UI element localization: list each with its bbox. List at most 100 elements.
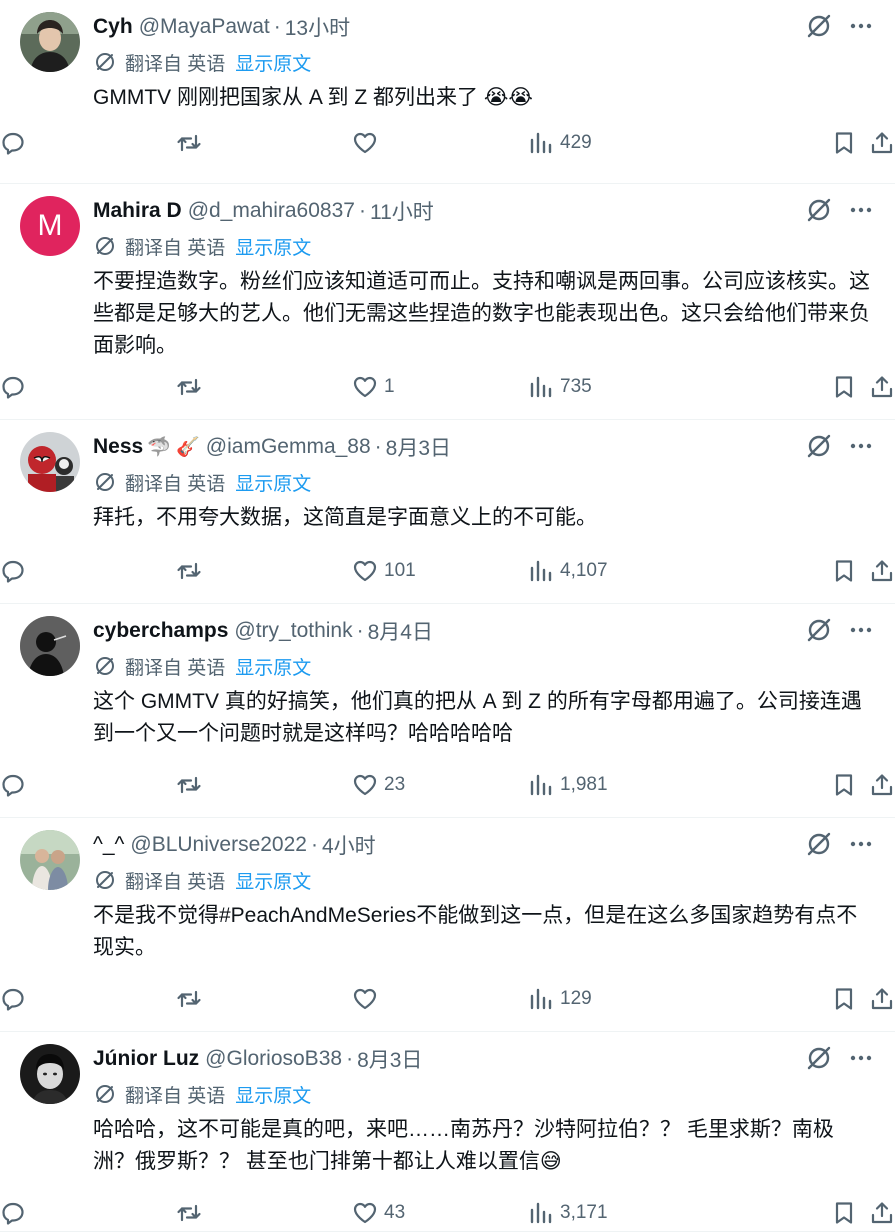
bookmark-icon	[835, 1202, 853, 1224]
timestamp[interactable]: 8月3日	[357, 1044, 422, 1074]
avatar[interactable]: M	[20, 196, 80, 256]
more-icon[interactable]	[849, 434, 873, 458]
bookmark-button[interactable]	[831, 986, 857, 1012]
bookmark-button[interactable]	[831, 772, 857, 798]
share-icon	[871, 988, 893, 1010]
user-handle[interactable]: @iamGemma_88	[206, 435, 371, 459]
share-button[interactable]	[869, 558, 895, 584]
bookmark-button[interactable]	[831, 1200, 857, 1226]
more-icon[interactable]	[849, 618, 873, 642]
bookmark-icon	[835, 376, 853, 398]
views-button[interactable]: 429	[528, 130, 592, 156]
like-button[interactable]: 1	[352, 374, 395, 400]
tweet[interactable]: Júnior Luz @GloriosoB38 · 8月3日 翻译自 英语 显示…	[0, 1032, 895, 1232]
share-button[interactable]	[869, 130, 895, 156]
views-button[interactable]: 4,107	[528, 558, 608, 584]
reply-button[interactable]	[0, 558, 32, 584]
avatar[interactable]	[20, 830, 80, 890]
share-button[interactable]	[869, 986, 895, 1012]
user-handle[interactable]: @BLUniverse2022	[130, 833, 307, 857]
timestamp[interactable]: 11小时	[370, 196, 434, 226]
translation-notice: 翻译自 英语 显示原文	[93, 648, 873, 684]
show-original-link[interactable]: 显示原文	[235, 49, 311, 76]
tweet[interactable]: Ness 🦈 🎸 @iamGemma_88 · 8月3日 翻译自 英语 显示原文…	[0, 420, 895, 604]
more-icon[interactable]	[849, 14, 873, 38]
grok-icon[interactable]	[805, 1044, 833, 1072]
retweet-button[interactable]	[176, 130, 208, 156]
show-original-link[interactable]: 显示原文	[235, 653, 311, 680]
reply-button[interactable]	[0, 986, 32, 1012]
timestamp[interactable]: 8月3日	[386, 432, 451, 462]
display-name[interactable]: Ness	[93, 435, 143, 459]
bookmark-button[interactable]	[831, 374, 857, 400]
more-icon[interactable]	[849, 832, 873, 856]
views-button[interactable]: 735	[528, 374, 592, 400]
user-handle[interactable]: @try_tothink	[234, 619, 352, 643]
retweet-button[interactable]	[176, 558, 208, 584]
share-button[interactable]	[869, 1200, 895, 1226]
more-icon[interactable]	[849, 1046, 873, 1070]
tweet-header: Cyh @MayaPawat · 13小时	[93, 10, 873, 44]
avatar[interactable]	[20, 616, 80, 676]
display-name[interactable]: Mahira D	[93, 199, 182, 223]
grok-icon[interactable]	[805, 616, 833, 644]
timestamp[interactable]: 4小时	[322, 830, 376, 860]
show-original-link[interactable]: 显示原文	[235, 1081, 311, 1108]
grok-icon[interactable]	[805, 830, 833, 858]
timestamp[interactable]: 8月4日	[368, 616, 433, 646]
share-button[interactable]	[869, 772, 895, 798]
separator-dot: ·	[273, 15, 281, 38]
tweet[interactable]: M Mahira D @d_mahira60837 · 11小时 翻译自 英语 …	[0, 184, 895, 420]
bookmark-icon	[835, 774, 853, 796]
tweet[interactable]: ^_^ @BLUniverse2022 · 4小时 翻译自 英语 显示原文 不是…	[0, 818, 895, 1032]
reply-button[interactable]	[0, 130, 32, 156]
show-original-link[interactable]: 显示原文	[235, 233, 311, 260]
views-chart-icon	[530, 560, 552, 582]
view-count: 4,107	[560, 560, 608, 581]
tweet-text: GMMTV 刚刚把国家从 A 到 Z 都列出来了 😭😭	[93, 86, 533, 109]
share-button[interactable]	[869, 374, 895, 400]
grok-icon[interactable]	[805, 12, 833, 40]
avatar[interactable]	[20, 12, 80, 72]
user-handle[interactable]: @d_mahira60837	[188, 199, 355, 223]
show-original-link[interactable]: 显示原文	[235, 867, 311, 894]
translation-notice: 翻译自 英语 显示原文	[93, 862, 873, 898]
display-name[interactable]: Cyh	[93, 15, 133, 39]
like-button[interactable]: 23	[352, 772, 405, 798]
tweet[interactable]: Cyh @MayaPawat · 13小时 翻译自 英语 显示原文 GMMTV …	[0, 0, 895, 184]
retweet-button[interactable]	[176, 1200, 208, 1226]
views-button[interactable]: 3,171	[528, 1200, 608, 1226]
heart-icon	[353, 560, 377, 582]
bookmark-button[interactable]	[831, 130, 857, 156]
bookmark-button[interactable]	[831, 558, 857, 584]
tweet[interactable]: cyberchamps @try_tothink · 8月4日 翻译自 英语 显…	[0, 604, 895, 818]
grok-icon[interactable]	[805, 432, 833, 460]
reply-button[interactable]	[0, 374, 32, 400]
grok-icon[interactable]	[805, 196, 833, 224]
reply-button[interactable]	[0, 1200, 32, 1226]
user-handle[interactable]: @GloriosoB38	[205, 1047, 342, 1071]
separator-dot: ·	[374, 435, 382, 458]
display-name[interactable]: ^_^	[93, 833, 124, 857]
show-original-link[interactable]: 显示原文	[235, 469, 311, 496]
views-button[interactable]: 129	[528, 986, 592, 1012]
avatar[interactable]	[20, 1044, 80, 1104]
translate-icon	[96, 657, 114, 675]
translate-icon	[96, 237, 114, 255]
more-icon[interactable]	[849, 198, 873, 222]
views-button[interactable]: 1,981	[528, 772, 608, 798]
avatar[interactable]	[20, 432, 80, 492]
timestamp[interactable]: 13小时	[285, 12, 350, 42]
retweet-button[interactable]	[176, 772, 208, 798]
retweet-button[interactable]	[176, 374, 208, 400]
retweet-button[interactable]	[176, 986, 208, 1012]
user-handle[interactable]: @MayaPawat	[139, 15, 270, 39]
reply-button[interactable]	[0, 772, 32, 798]
like-button[interactable]	[352, 986, 384, 1012]
display-name[interactable]: Júnior Luz	[93, 1047, 199, 1071]
like-button[interactable]: 101	[352, 558, 416, 584]
like-button[interactable]	[352, 130, 384, 156]
bookmark-icon	[835, 560, 853, 582]
display-name[interactable]: cyberchamps	[93, 619, 228, 643]
like-button[interactable]: 43	[352, 1200, 405, 1226]
